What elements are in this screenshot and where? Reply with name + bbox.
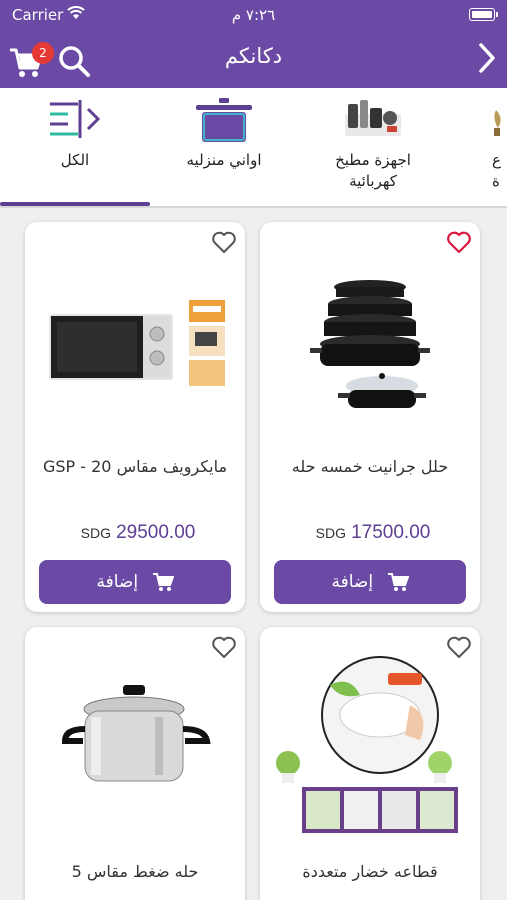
product-card[interactable]: حله ضغط مقاس 5 <box>25 627 245 900</box>
add-to-cart-button[interactable]: إضافة <box>39 560 231 604</box>
category-tab-household[interactable]: اواني منزليه <box>150 88 298 204</box>
pot-icon <box>196 98 252 142</box>
back-button[interactable] <box>473 41 501 75</box>
product-image-microwave <box>49 300 225 386</box>
heart-outline-icon[interactable] <box>211 230 237 254</box>
product-image-vegetable-cutter <box>276 656 458 833</box>
product-name: قطاعه خضار متعددة <box>302 862 438 881</box>
chevron-right-icon <box>479 43 495 73</box>
battery-icon <box>469 8 498 21</box>
category-label: اجهزة مطبخ كهربائية <box>335 151 411 190</box>
partial-category-icon <box>494 110 501 136</box>
product-name: حله ضغط مقاس 5 <box>71 862 199 881</box>
cart-icon <box>152 573 174 591</box>
product-image-pressure-cooker <box>61 685 211 782</box>
currency-label: SDG <box>80 525 111 541</box>
category-label: اواني منزليه <box>186 151 262 169</box>
product-card[interactable]: قطاعه خضار متعددة <box>260 627 480 900</box>
add-to-cart-button[interactable]: إضافة <box>274 560 466 604</box>
kitchen-appliances-icon <box>345 100 401 136</box>
product-price: SDG 17500.00 <box>260 522 480 544</box>
status-bar: Carrier ٧:٢٦ م <box>0 0 507 30</box>
category-label: ع ة <box>492 151 501 190</box>
product-name: مايكرويف مقاس 20 - GSP <box>42 457 228 476</box>
product-price: SDG 29500.00 <box>25 522 245 544</box>
category-tab-partial[interactable]: ع ة <box>448 88 507 204</box>
product-card[interactable]: مايكرويف مقاس 20 - GSP SDG 29500.00 إضاف… <box>25 222 245 612</box>
price-value: 17500.00 <box>351 522 431 543</box>
product-name: حلل جرانيت خمسه حله <box>291 457 449 476</box>
currency-label: SDG <box>315 525 346 541</box>
navbar: 2 دكانكم <box>0 30 507 88</box>
app-header: Carrier ٧:٢٦ م 2 دكانكم <box>0 0 507 88</box>
category-tab-appliances[interactable]: اجهزة مطبخ كهربائية <box>298 88 448 204</box>
product-card[interactable]: حلل جرانيت خمسه حله SDG 17500.00 إضافة <box>260 222 480 612</box>
add-button-label: إضافة <box>331 572 374 592</box>
category-tab-all[interactable]: الكل <box>0 88 150 204</box>
heart-outline-icon[interactable] <box>211 635 237 659</box>
add-button-label: إضافة <box>96 572 139 592</box>
category-label: الكل <box>60 151 90 169</box>
price-value: 29500.00 <box>116 522 196 543</box>
divider <box>0 206 507 208</box>
clock: ٧:٢٦ م <box>231 6 276 24</box>
product-image-cookware <box>310 280 430 408</box>
page-title: دكانكم <box>224 44 283 68</box>
category-tabs: الكل اواني منزليه اجهزة مطبخ كهربائية ع … <box>0 88 507 208</box>
heart-filled-icon[interactable] <box>446 230 472 254</box>
cart-icon <box>387 573 409 591</box>
menu-arrow-icon <box>50 100 101 138</box>
